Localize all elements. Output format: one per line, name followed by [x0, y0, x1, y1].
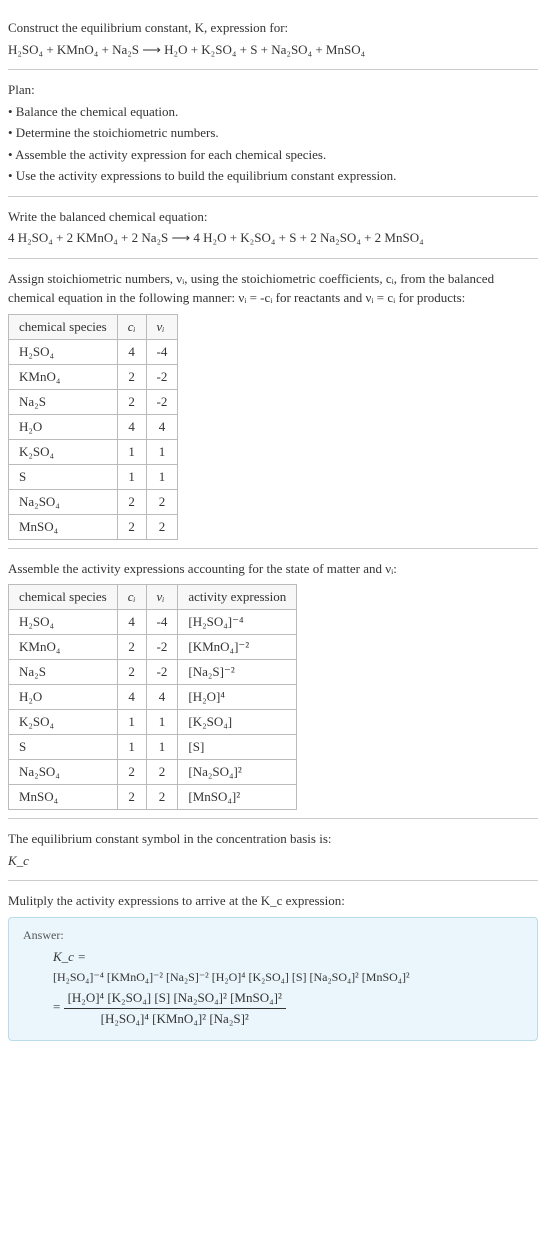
fraction-numerator: [H₂O]⁴ [K₂SO₄] [S] [Na₂SO₄]² [MnSO₄]²	[64, 988, 286, 1009]
table-row: KMnO₄2-2[KMnO₄]⁻²	[9, 635, 297, 660]
table-row: Na₂SO₄22	[9, 489, 178, 514]
stoich-heading: Assign stoichiometric numbers, νᵢ, using…	[8, 269, 538, 308]
answer-box: Answer: K_c = [H₂SO₄]⁻⁴ [KMnO₄]⁻² [Na₂S]…	[8, 917, 538, 1042]
fraction: [H₂O]⁴ [K₂SO₄] [S] [Na₂SO₄]² [MnSO₄]² [H…	[64, 988, 286, 1028]
plan-heading: Plan:	[8, 80, 538, 100]
table-row: K₂SO₄11	[9, 439, 178, 464]
table-row: H₂O44[H₂O]⁴	[9, 685, 297, 710]
plan-section: Plan: • Balance the chemical equation. •…	[8, 70, 538, 197]
table-row: H₂SO₄4-4[H₂SO₄]⁻⁴	[9, 610, 297, 635]
balanced-section: Write the balanced chemical equation: 4 …	[8, 197, 538, 259]
table-row: Na₂S2-2[Na₂S]⁻²	[9, 660, 297, 685]
stoich-section: Assign stoichiometric numbers, νᵢ, using…	[8, 259, 538, 549]
col-vi: νᵢ	[146, 585, 178, 610]
answer-label: Answer:	[23, 928, 523, 943]
table-row: KMnO₄2-2	[9, 364, 178, 389]
col-ci: cᵢ	[117, 314, 146, 339]
plan-bullet-1: • Balance the chemical equation.	[8, 102, 538, 122]
balanced-equation: 4 H₂SO₄ + 2 KMnO₄ + 2 Na₂S ⟶ 4 H₂O + K₂S…	[8, 228, 538, 248]
activity-table: chemical species cᵢ νᵢ activity expressi…	[8, 584, 297, 810]
table-row: MnSO₄22	[9, 514, 178, 539]
stoich-table: chemical species cᵢ νᵢ H₂SO₄4-4 KMnO₄2-2…	[8, 314, 178, 540]
table-row: S11[S]	[9, 735, 297, 760]
table-row: Na₂SO₄22[Na₂SO₄]²	[9, 760, 297, 785]
table-header-row: chemical species cᵢ νᵢ activity expressi…	[9, 585, 297, 610]
table-row: MnSO₄22[MnSO₄]²	[9, 785, 297, 810]
table-header-row: chemical species cᵢ νᵢ	[9, 314, 178, 339]
col-activity-expr: activity expression	[178, 585, 297, 610]
plan-bullet-3: • Assemble the activity expression for e…	[8, 145, 538, 165]
table-row: S11	[9, 464, 178, 489]
plan-bullet-4: • Use the activity expressions to build …	[8, 166, 538, 186]
activity-heading: Assemble the activity expressions accoun…	[8, 559, 538, 579]
balanced-heading: Write the balanced chemical equation:	[8, 207, 538, 227]
fraction-denominator: [H₂SO₄]⁴ [KMnO₄]² [Na₂S]²	[64, 1009, 286, 1029]
product-line: [H₂SO₄]⁻⁴ [KMnO₄]⁻² [Na₂S]⁻² [H₂O]⁴ [K₂S…	[53, 968, 523, 986]
final-heading: Mulitply the activity expressions to arr…	[8, 891, 538, 911]
intro-section: Construct the equilibrium constant, K, e…	[8, 8, 538, 70]
table-row: K₂SO₄11[K₂SO₄]	[9, 710, 297, 735]
table-row: H₂SO₄4-4	[9, 339, 178, 364]
col-ci: cᵢ	[117, 585, 146, 610]
table-row: H₂O44	[9, 414, 178, 439]
equals-sign: =	[53, 999, 60, 1014]
col-vi: νᵢ	[146, 314, 178, 339]
fraction-line: = [H₂O]⁴ [K₂SO₄] [S] [Na₂SO₄]² [MnSO₄]² …	[53, 988, 523, 1028]
col-species: chemical species	[9, 314, 118, 339]
plan-bullet-2: • Determine the stoichiometric numbers.	[8, 123, 538, 143]
kc-symbol-heading: The equilibrium constant symbol in the c…	[8, 829, 538, 849]
activity-section: Assemble the activity expressions accoun…	[8, 549, 538, 820]
kc-equals: K_c =	[53, 947, 523, 967]
table-row: Na₂S2-2	[9, 389, 178, 414]
unbalanced-equation: H₂SO₄ + KMnO₄ + Na₂S ⟶ H₂O + K₂SO₄ + S +…	[8, 40, 538, 60]
kc-symbol: K_c	[8, 851, 538, 871]
col-species: chemical species	[9, 585, 118, 610]
intro-text: Construct the equilibrium constant, K, e…	[8, 18, 538, 38]
final-section: Mulitply the activity expressions to arr…	[8, 881, 538, 1049]
kc-symbol-section: The equilibrium constant symbol in the c…	[8, 819, 538, 881]
